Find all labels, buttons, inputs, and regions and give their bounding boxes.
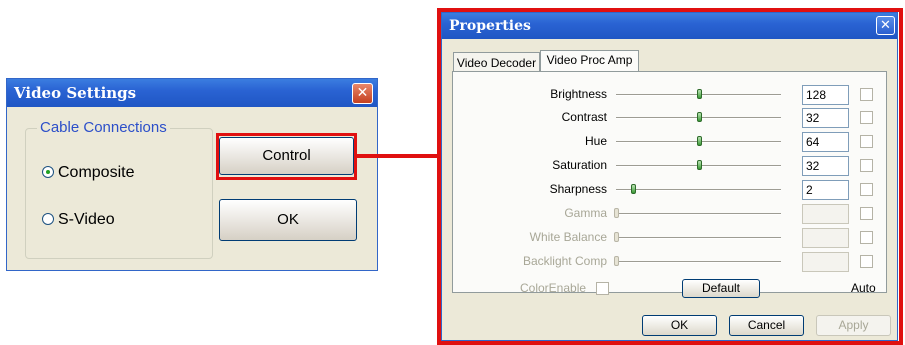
setting-row: Sharpness 2 <box>453 179 886 200</box>
auto-checkbox[interactable] <box>860 255 873 268</box>
video-settings-titlebar[interactable]: Video Settings <box>7 79 377 107</box>
slider-track[interactable] <box>616 213 781 215</box>
auto-checkbox[interactable] <box>860 88 873 101</box>
setting-row: White Balance <box>453 227 886 248</box>
setting-row: Contrast 32 <box>453 107 886 128</box>
properties-title: Properties <box>449 18 531 34</box>
auto-checkbox[interactable] <box>860 231 873 244</box>
properties-ok-button[interactable]: OK <box>642 315 717 336</box>
setting-label: White Balance <box>529 230 607 244</box>
setting-value-field[interactable]: 128 <box>802 85 849 105</box>
slider-track[interactable] <box>616 189 781 191</box>
setting-label: Hue <box>584 134 607 148</box>
setting-row: Brightness 128 <box>453 84 886 105</box>
auto-checkbox[interactable] <box>860 135 873 148</box>
properties-window: Properties ✕ Video Decoder Video Proc Am… <box>441 12 898 341</box>
setting-label: Backlight Comp <box>522 254 607 268</box>
radio-unselected-icon <box>42 213 54 225</box>
setting-value-field[interactable]: 32 <box>802 156 849 176</box>
radio-composite[interactable]: Composite <box>42 163 134 183</box>
setting-label: Contrast <box>561 110 607 124</box>
setting-value-field[interactable]: 2 <box>802 180 849 200</box>
auto-checkbox[interactable] <box>860 207 873 220</box>
setting-label: Saturation <box>552 158 607 172</box>
highlight-connector-line <box>357 154 441 158</box>
cable-connections-group: Cable Connections <box>25 119 213 259</box>
radio-s-video[interactable]: S-Video <box>42 210 115 230</box>
slider-track[interactable] <box>616 261 781 263</box>
radio-composite-label: Composite <box>58 164 135 181</box>
setting-value-field[interactable] <box>802 252 849 272</box>
video-settings-title: Video Settings <box>14 84 137 102</box>
setting-value-field[interactable]: 32 <box>802 108 849 128</box>
slider-thumb[interactable] <box>614 208 619 218</box>
slider-thumb[interactable] <box>697 112 702 122</box>
cancel-button[interactable]: Cancel <box>729 315 804 336</box>
video-proc-amp-panel: Brightness 128 Contrast 32 Hue 64 Saturation 32… <box>452 71 887 298</box>
auto-label: Auto <box>851 281 876 295</box>
slider-thumb[interactable] <box>614 232 619 242</box>
setting-value-field[interactable]: 64 <box>802 132 849 152</box>
setting-row: Gamma <box>453 203 886 224</box>
slider-track[interactable] <box>616 237 781 239</box>
ok-button[interactable]: OK <box>219 199 357 241</box>
slider-thumb[interactable] <box>697 136 702 146</box>
radio-s-video-label: S-Video <box>58 211 115 228</box>
default-button[interactable]: Default <box>682 279 760 298</box>
slider-thumb[interactable] <box>697 160 702 170</box>
slider-thumb[interactable] <box>697 89 702 99</box>
apply-button[interactable]: Apply <box>816 315 891 336</box>
auto-checkbox[interactable] <box>860 159 873 172</box>
slider-thumb[interactable] <box>614 256 619 266</box>
tab-video-proc-amp[interactable]: Video Proc Amp <box>540 50 639 72</box>
setting-label: Gamma <box>564 206 607 220</box>
radio-selected-icon <box>42 166 54 178</box>
close-icon[interactable]: ✕ <box>352 83 373 104</box>
properties-titlebar[interactable]: Properties <box>442 13 897 39</box>
slider-thumb[interactable] <box>631 184 636 194</box>
setting-label: Brightness <box>550 87 607 101</box>
auto-checkbox[interactable] <box>860 111 873 124</box>
control-highlight-box <box>216 133 357 180</box>
cable-connections-label: Cable Connections <box>37 119 170 136</box>
setting-row: Backlight Comp <box>453 251 886 272</box>
setting-label: Sharpness <box>549 182 607 196</box>
color-enable-label: ColorEnable <box>520 281 587 295</box>
color-enable-checkbox[interactable] <box>596 282 609 295</box>
setting-row: Saturation 32 <box>453 155 886 176</box>
setting-row: Hue 64 <box>453 131 886 152</box>
setting-value-field[interactable] <box>802 228 849 248</box>
setting-value-field[interactable] <box>802 204 849 224</box>
tab-video-decoder[interactable]: Video Decoder <box>453 52 540 72</box>
auto-checkbox[interactable] <box>860 183 873 196</box>
close-icon[interactable]: ✕ <box>876 16 895 35</box>
